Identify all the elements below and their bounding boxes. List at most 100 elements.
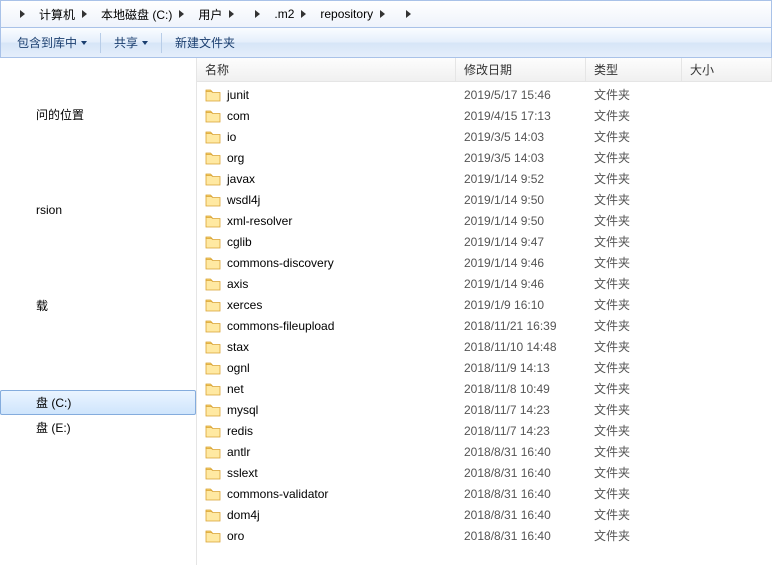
cell-type: 文件夹 — [586, 254, 682, 271]
breadcrumb-label: .m2 — [274, 7, 294, 21]
file-name: net — [227, 382, 244, 396]
file-name: axis — [227, 277, 248, 291]
toolbar: 包含到库中 共享 新建文件夹 — [0, 28, 772, 58]
file-name: stax — [227, 340, 249, 354]
file-name: xml-resolver — [227, 214, 292, 228]
file-name: commons-fileupload — [227, 319, 334, 333]
cell-type: 文件夹 — [586, 443, 682, 460]
table-row[interactable]: sslext2018/8/31 16:40文件夹 — [197, 462, 772, 483]
breadcrumb[interactable]: 计算机本地磁盘 (C:)用户 .m2 repository — [0, 0, 772, 28]
nav-tree[interactable]: 问的位置 rsion 载 盘 (C:) 盘 (E:) — [0, 58, 197, 565]
cell-type: 文件夹 — [586, 422, 682, 439]
nav-downloads[interactable]: 载 — [0, 293, 196, 318]
nav-recent-places[interactable]: 问的位置 — [0, 102, 196, 127]
cell-date: 2019/3/5 14:03 — [456, 151, 586, 165]
folder-icon — [205, 214, 221, 228]
folder-icon — [205, 424, 221, 438]
table-row[interactable]: oro2018/8/31 16:40文件夹 — [197, 525, 772, 546]
cell-name: net — [197, 382, 456, 396]
breadcrumb-segment[interactable]: 本地磁盘 (C:) — [93, 2, 190, 26]
file-name: dom4j — [227, 508, 260, 522]
table-row[interactable]: xml-resolver 2019/1/14 9:50文件夹 — [197, 210, 772, 231]
cell-date: 2019/4/15 17:13 — [456, 109, 586, 123]
folder-icon — [205, 445, 221, 459]
nav-subversion[interactable]: rsion — [0, 199, 196, 221]
table-row[interactable]: dom4j2018/8/31 16:40文件夹 — [197, 504, 772, 525]
folder-icon — [205, 508, 221, 522]
main-area: 问的位置 rsion 载 盘 (C:) 盘 (E:) 名称 修改日期 类型 大小… — [0, 58, 772, 565]
folder-icon — [205, 361, 221, 375]
file-name: io — [227, 130, 236, 144]
cell-name: dom4j — [197, 508, 456, 522]
file-name: org — [227, 151, 244, 165]
table-row[interactable]: commons-fileupload2018/11/21 16:39文件夹 — [197, 315, 772, 336]
table-row[interactable]: org 2019/3/5 14:03文件夹 — [197, 147, 772, 168]
cell-name: org — [197, 151, 456, 165]
breadcrumb-segment[interactable] — [240, 2, 266, 26]
chevron-right-icon — [229, 10, 234, 18]
table-row[interactable]: xerces2019/1/9 16:10文件夹 — [197, 294, 772, 315]
cell-date: 2019/1/14 9:50 — [456, 193, 586, 207]
cell-type: 文件夹 — [586, 149, 682, 166]
cell-date: 2018/8/31 16:40 — [456, 529, 586, 543]
table-row[interactable]: net2018/11/8 10:49文件夹 — [197, 378, 772, 399]
file-name: antlr — [227, 445, 250, 459]
file-name: oro — [227, 529, 244, 543]
header-size[interactable]: 大小 — [682, 58, 772, 81]
table-row[interactable]: junit2019/5/17 15:46文件夹 — [197, 84, 772, 105]
table-row[interactable]: ognl2018/11/9 14:13文件夹 — [197, 357, 772, 378]
cell-type: 文件夹 — [586, 338, 682, 355]
cell-type: 文件夹 — [586, 212, 682, 229]
cell-date: 2019/1/14 9:50 — [456, 214, 586, 228]
breadcrumb-segment[interactable]: 计算机 — [31, 2, 93, 26]
chevron-right-icon — [255, 10, 260, 18]
table-row[interactable]: axis2019/1/14 9:46文件夹 — [197, 273, 772, 294]
header-name[interactable]: 名称 — [197, 58, 456, 81]
table-row[interactable]: antlr2018/8/31 16:40文件夹 — [197, 441, 772, 462]
cell-name: io — [197, 130, 456, 144]
cell-date: 2018/8/31 16:40 — [456, 487, 586, 501]
file-name: commons-discovery — [227, 256, 334, 270]
table-row[interactable]: io2019/3/5 14:03文件夹 — [197, 126, 772, 147]
file-name: junit — [227, 88, 249, 102]
table-row[interactable]: commons-discovery2019/1/14 9:46文件夹 — [197, 252, 772, 273]
folder-icon — [205, 235, 221, 249]
table-row[interactable]: com2019/4/15 17:13文件夹 — [197, 105, 772, 126]
include-in-library-button[interactable]: 包含到库中 — [7, 31, 97, 55]
folder-icon — [205, 466, 221, 480]
file-name: com — [227, 109, 250, 123]
breadcrumb-segment[interactable] — [391, 2, 417, 26]
cell-name: stax — [197, 340, 456, 354]
cell-name: axis — [197, 277, 456, 291]
new-folder-button[interactable]: 新建文件夹 — [165, 31, 245, 55]
table-row[interactable]: redis2018/11/7 14:23文件夹 — [197, 420, 772, 441]
breadcrumb-root-chevron[interactable] — [5, 2, 31, 26]
folder-icon — [205, 193, 221, 207]
cell-date: 2019/1/9 16:10 — [456, 298, 586, 312]
table-row[interactable]: commons-validator2018/8/31 16:40文件夹 — [197, 483, 772, 504]
table-row[interactable]: javax2019/1/14 9:52文件夹 — [197, 168, 772, 189]
cell-name: xerces — [197, 298, 456, 312]
table-row[interactable]: stax2018/11/10 14:48文件夹 — [197, 336, 772, 357]
cell-type: 文件夹 — [586, 380, 682, 397]
cell-name: commons-discovery — [197, 256, 456, 270]
separator — [161, 33, 162, 53]
cell-type: 文件夹 — [586, 464, 682, 481]
nav-disk-c[interactable]: 盘 (C:) — [0, 390, 196, 415]
table-row[interactable]: cglib2019/1/14 9:47文件夹 — [197, 231, 772, 252]
cell-type: 文件夹 — [586, 191, 682, 208]
nav-disk-e[interactable]: 盘 (E:) — [0, 415, 196, 440]
breadcrumb-segment[interactable]: 用户 — [190, 2, 240, 26]
share-button[interactable]: 共享 — [104, 31, 158, 55]
header-type[interactable]: 类型 — [586, 58, 682, 81]
breadcrumb-segment[interactable]: .m2 — [266, 2, 312, 26]
folder-icon — [205, 277, 221, 291]
header-date[interactable]: 修改日期 — [456, 58, 586, 81]
cell-type: 文件夹 — [586, 359, 682, 376]
cell-type: 文件夹 — [586, 506, 682, 523]
cell-date: 2019/5/17 15:46 — [456, 88, 586, 102]
table-row[interactable]: mysql2018/11/7 14:23文件夹 — [197, 399, 772, 420]
breadcrumb-segment[interactable]: repository — [312, 2, 391, 26]
table-row[interactable]: wsdl4j2019/1/14 9:50文件夹 — [197, 189, 772, 210]
cell-name: junit — [197, 88, 456, 102]
